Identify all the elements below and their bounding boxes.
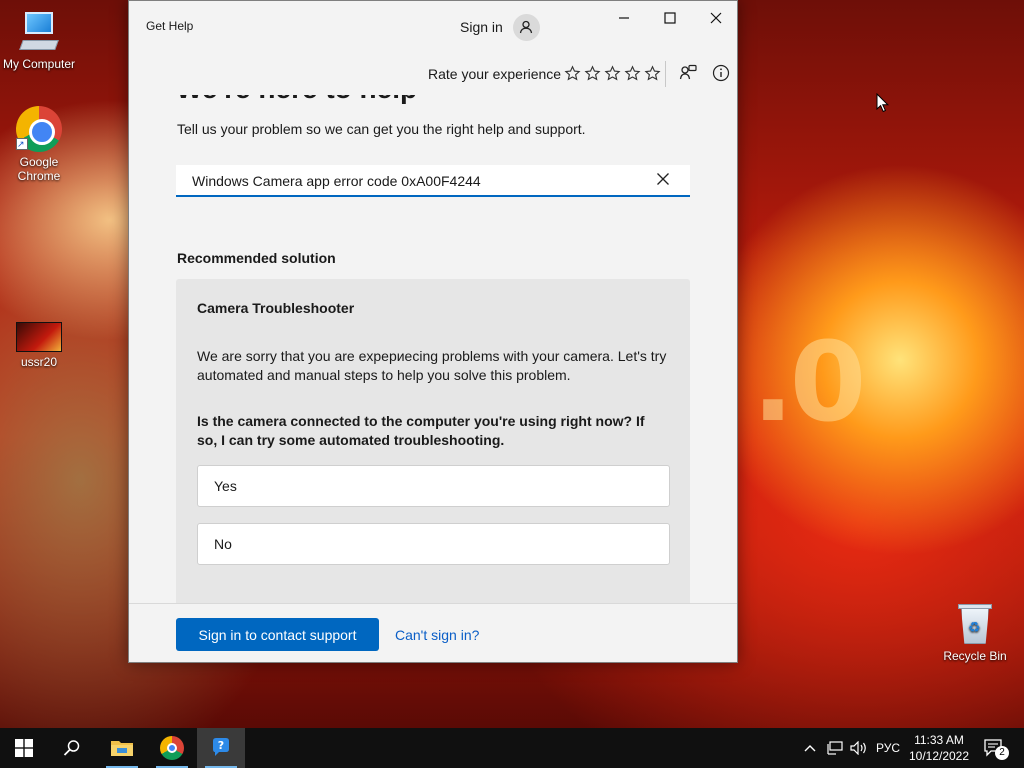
notification-count-badge: 2 [995,746,1009,760]
sign-in-button[interactable]: Sign in [460,13,540,41]
volume-tray-button[interactable] [848,728,870,768]
star-1-icon[interactable] [563,63,581,83]
clock-date: 10/12/2022 [908,749,970,763]
speaker-icon [850,741,866,755]
person-icon [520,20,533,34]
info-button[interactable] [711,63,731,83]
close-window-button[interactable] [693,1,737,35]
action-center-button[interactable]: 2 [978,728,1010,768]
minimize-button[interactable] [601,1,647,35]
answer-no-button[interactable]: No [197,523,670,565]
search-input-value[interactable]: Windows Camera app error code 0xA00F4244 [192,173,481,189]
help-content-scroll[interactable]: We're here to help Tell us your problem … [129,95,737,603]
card-question: Is the camera connected to the computer … [197,413,645,448]
star-5-icon[interactable] [643,63,661,83]
desktop-icon-label: ussr20 [20,355,58,369]
recommended-solution-heading: Recommended solution [177,250,336,266]
toolbar-divider [665,61,666,87]
search-input[interactable]: Windows Camera app error code 0xA00F4244 [176,165,690,197]
close-icon [657,173,669,185]
star-4-icon[interactable] [623,63,641,83]
desktop-icon-recycle-bin[interactable]: ♻ Recycle Bin [936,602,1014,663]
page-title: We're here to help [176,95,417,105]
search-icon [63,740,80,756]
desktop-icon-label: Google Chrome [17,155,61,183]
card-description: We are sorry that you are expериecing pr… [197,348,667,383]
windows-logo-icon [15,739,33,757]
input-language-indicator[interactable]: РУС [872,728,904,768]
taskbar-get-help[interactable]: ? [197,728,245,768]
maximize-icon [664,12,676,24]
sign-in-contact-support-button[interactable]: Sign in to contact support [176,618,379,651]
star-rating[interactable] [563,63,661,83]
clock-time: 11:33 AM [914,733,964,747]
feedback-icon [679,64,697,80]
troubleshooter-card: Camera Troubleshooter We are sorry that … [176,279,690,603]
svg-text:?: ? [218,739,224,752]
share-feedback-button[interactable] [678,63,698,83]
chrome-icon [160,736,184,760]
minimize-icon [619,17,629,19]
desktop-icon-label: Recycle Bin [943,649,1007,663]
window-title: Get Help [146,19,194,33]
desktop-icon-my-computer[interactable]: My Computer [0,10,78,71]
desktop-icon-google-chrome[interactable]: Google Chrome [0,106,78,183]
desktop-icon-ussr20[interactable]: ussr20 [0,322,78,369]
avatar[interactable] [512,13,540,41]
maximize-button[interactable] [647,1,693,35]
feedback-toolbar: Rate your experience [129,51,737,95]
recycle-bin-icon: ♻ [957,602,993,646]
taskbar-file-explorer[interactable] [98,728,146,768]
network-icon [827,741,843,755]
taskbar-chrome[interactable] [148,728,196,768]
computer-icon [19,10,59,54]
mouse-pointer-icon [876,93,890,113]
cant-sign-in-link[interactable]: Can't sign in? [395,627,479,643]
folder-icon [111,741,133,756]
window-footer: Sign in to contact support Can't sign in… [129,603,737,662]
search-button[interactable] [48,728,96,768]
get-help-icon: ? [213,738,229,756]
star-2-icon[interactable] [583,63,601,83]
info-icon [712,64,730,82]
app-shortcut-icon [16,322,62,352]
rate-experience-label: Rate your experience [428,66,562,82]
sign-in-label: Sign in [460,19,503,35]
show-hidden-icons-button[interactable] [800,728,820,768]
clear-search-button[interactable] [656,172,672,188]
title-bar[interactable]: Get Help Sign in [129,1,737,51]
wallpaper-text: .0 [752,318,866,446]
get-help-window: Get Help Sign in Rate your experience Te… [128,0,738,663]
star-3-icon[interactable] [603,63,621,83]
chevron-up-icon [804,745,816,752]
taskbar-clock[interactable]: 11:33 AM 10/12/2022 [902,732,976,764]
network-tray-button[interactable] [824,728,846,768]
answer-yes-button[interactable]: Yes [197,465,670,507]
close-icon [710,12,722,24]
start-button[interactable] [0,728,48,768]
card-title: Camera Troubleshooter [197,300,355,316]
taskbar: ? РУС 11:33 AM 10/12/2022 2 [0,728,1024,768]
desktop-icon-label: My Computer [2,57,76,71]
page-subtitle: Tell us your problem so we can get you t… [177,121,586,137]
shortcut-arrow-icon: ↗ [16,138,28,150]
